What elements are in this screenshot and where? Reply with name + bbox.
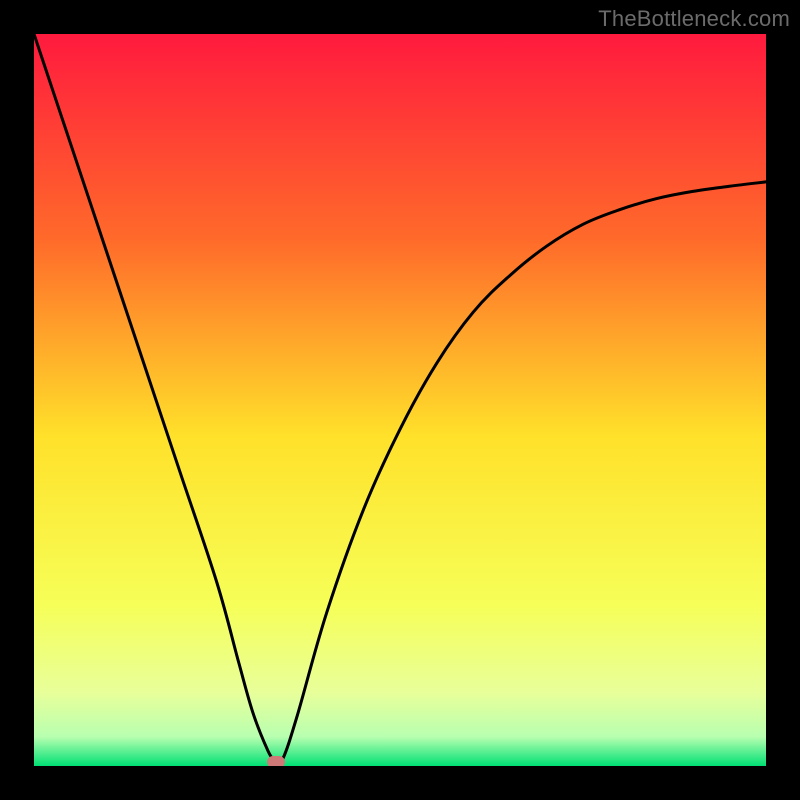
- plot-area: [34, 34, 766, 766]
- watermark-text: TheBottleneck.com: [598, 6, 790, 32]
- chart-frame: TheBottleneck.com: [0, 0, 800, 800]
- bottleneck-curve: [34, 34, 766, 766]
- optimal-marker: [267, 756, 285, 766]
